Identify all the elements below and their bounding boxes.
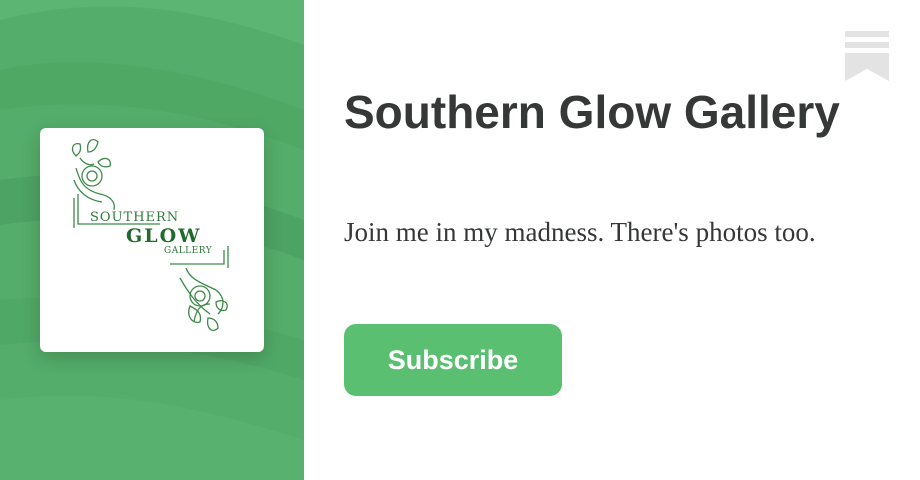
bookmark-icon[interactable] (845, 31, 889, 81)
publication-title: Southern Glow Gallery (344, 86, 840, 138)
logo-text-gallery: GALLERY (164, 246, 213, 256)
subscribe-button[interactable]: Subscribe (344, 324, 562, 396)
publication-logo: SOUTHERN GLOW GALLERY (40, 128, 264, 352)
logo-text-glow: GLOW (126, 225, 202, 247)
publication-description: Join me in my madness. There's photos to… (344, 217, 816, 247)
logo-text-southern: SOUTHERN (90, 210, 180, 225)
cover-panel: SOUTHERN GLOW GALLERY (0, 0, 304, 480)
